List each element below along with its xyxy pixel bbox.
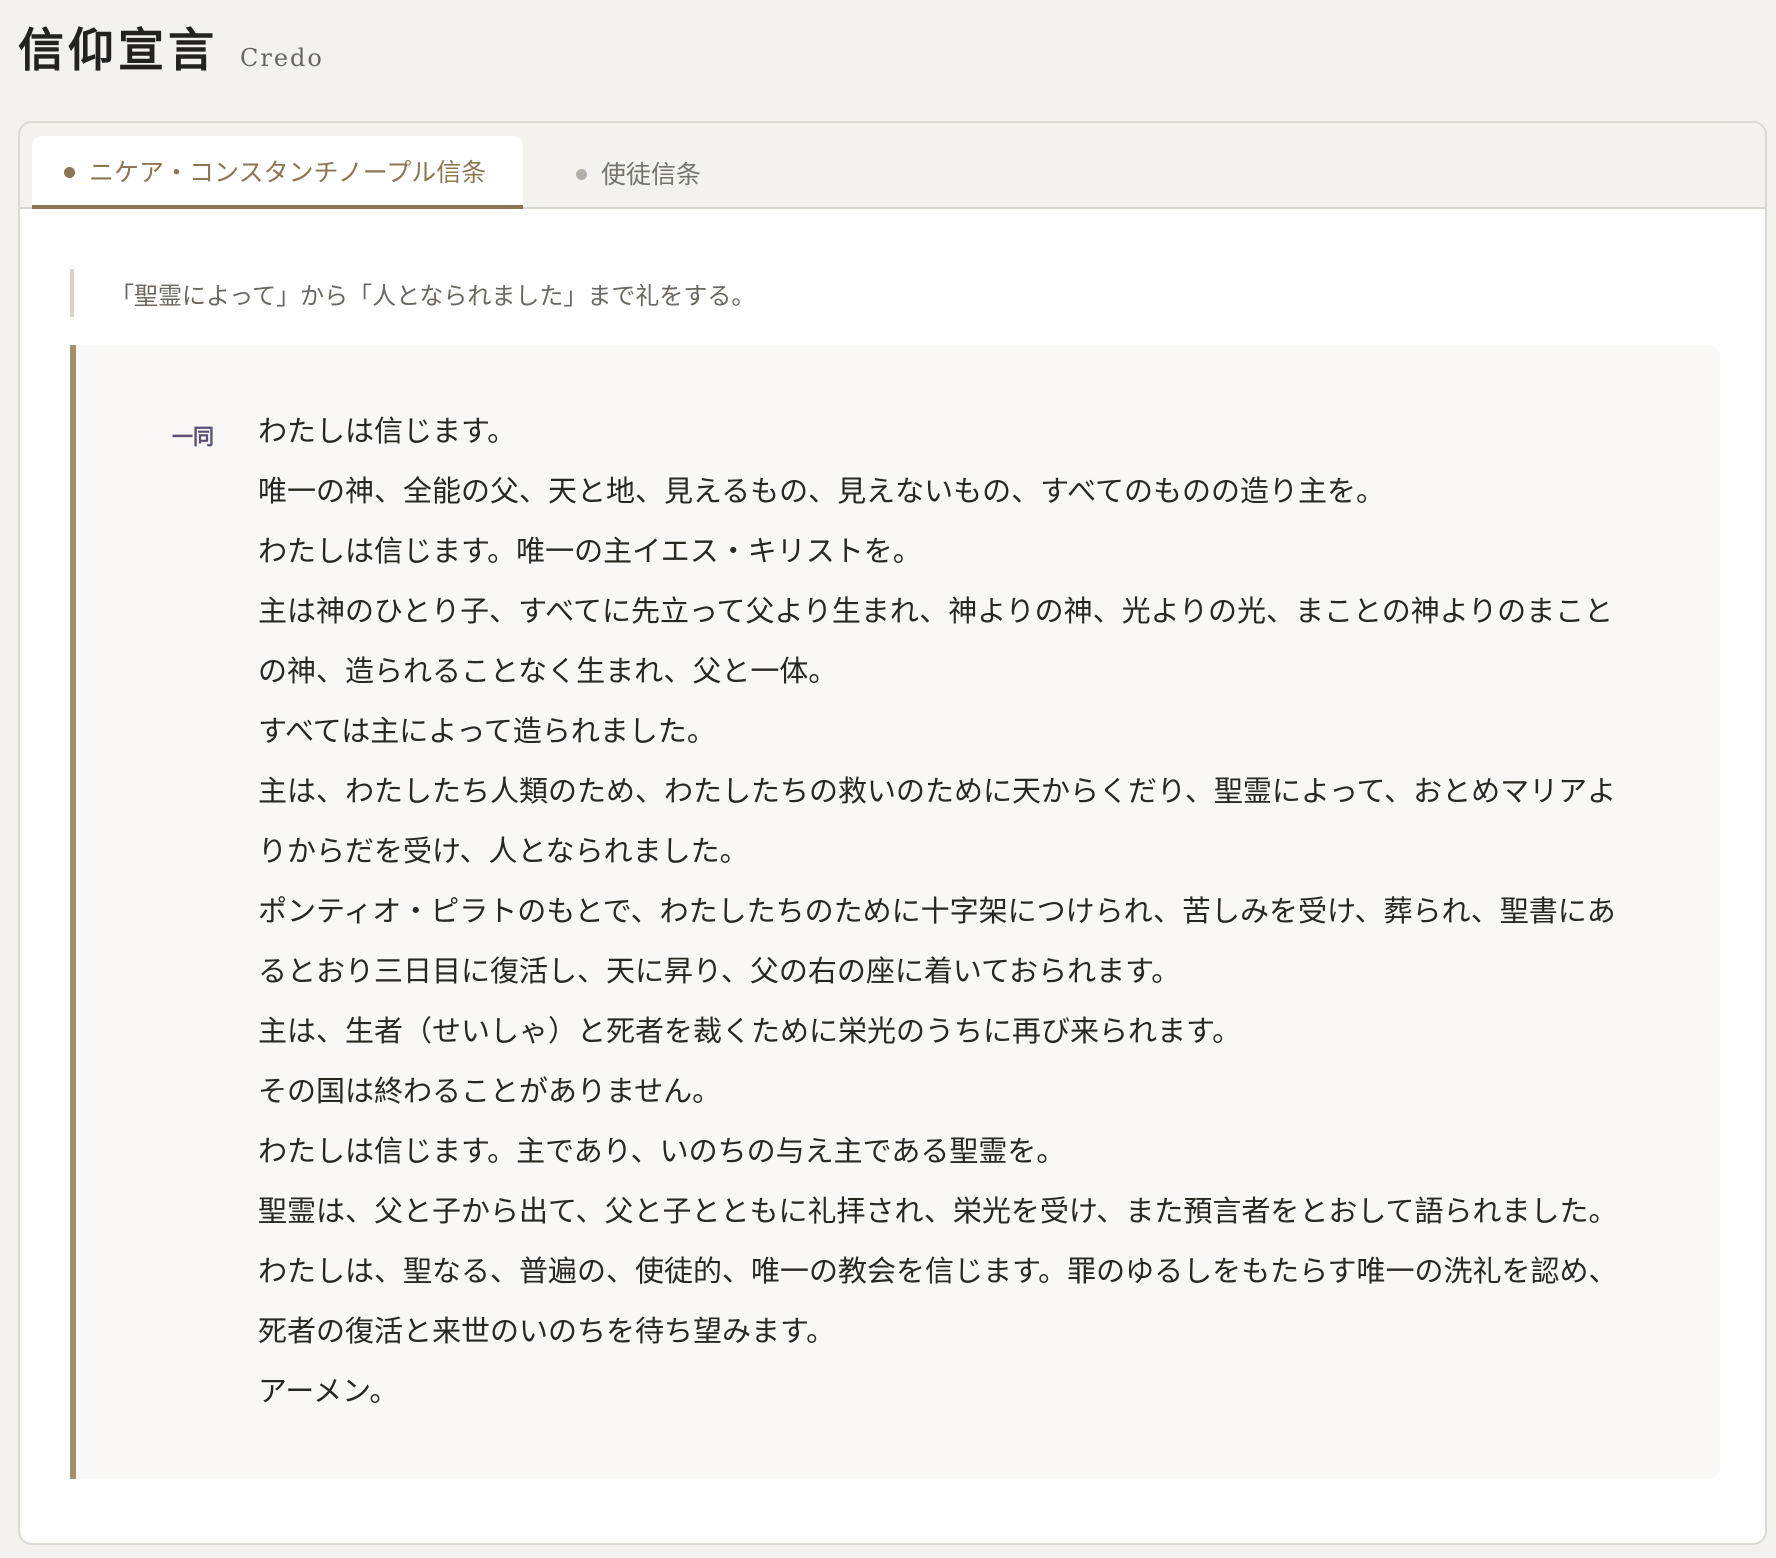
prayer-line: 聖霊は、父と子から出て、父と子とともに礼拝され、栄光を受け、また預言者をとおして… (258, 1194, 1618, 1228)
page-title: 信仰宣言 (18, 23, 218, 77)
prayer-line: わたしは信じます。 (258, 414, 517, 448)
prayer-line: るとおり三日目に復活し、天に昇り、父の右の座に着いておられます。 (258, 954, 1181, 988)
prayer-line: アーメン。 (258, 1374, 399, 1408)
tab-label: 使徒信条 (601, 159, 702, 189)
prayer-line: 死者の復活と来世のいのちを待ち望みます。 (258, 1314, 836, 1348)
prayer-line: 主は、わたしたち人類のため、わたしたちの救いのために天からくだり、聖霊によって、… (258, 774, 1617, 808)
prayer-line: 唯一の神、全能の父、天と地、見えるもの、見えないもの、すべてのものの造り主を。 (258, 474, 1385, 508)
rubric-note: 「聖霊によって」から「人となられました」まで礼をする。 (70, 269, 755, 317)
prayer-line: その国は終わることがありません。 (258, 1074, 722, 1108)
prayer-line: ポンティオ・ピラトのもとで、わたしたちのために十字架につけられ、苦しみを受け、葬… (258, 894, 1616, 928)
creed-card: ニケア・コンスタンチノープル信条 使徒信条 「聖霊によって」から「人となられまし… (18, 121, 1767, 1545)
page-header: 信仰宣言 Credo (18, 14, 324, 84)
tab-label: ニケア・コンスタンチノープル信条 (89, 157, 487, 187)
prayer-lines: わたしは信じます。 唯一の神、全能の父、天と地、見えるもの、見えないもの、すべて… (258, 401, 1678, 1421)
prayer-line: わたしは、聖なる、普遍の、使徒的、唯一の教会を信じます。罪のゆるしをもたらす唯一… (258, 1254, 1618, 1288)
prayer-line: わたしは信じます。主であり、いのちの与え主である聖霊を。 (258, 1134, 1066, 1168)
prayer-line: りからだを受け、人となられました。 (258, 834, 749, 868)
prayer-line: の神、造られることなく生まれ、父と一体。 (258, 654, 838, 688)
tab-nicene-creed[interactable]: ニケア・コンスタンチノープル信条 (32, 136, 523, 209)
prayer-line: 主は神のひとり子、すべてに先立って父より生まれ、神よりの神、光よりの光、まことの… (258, 594, 1614, 628)
speaker-label: 一同 (172, 425, 214, 449)
prayer-text-box: 一同 わたしは信じます。 唯一の神、全能の父、天と地、見えるもの、見えないもの、… (70, 345, 1720, 1479)
tab-apostles-creed[interactable]: 使徒信条 (556, 136, 701, 209)
prayer-line: わたしは信じます。唯一の主イエス・キリストを。 (258, 534, 922, 568)
prayer-line: すべては主によって造られました。 (258, 714, 716, 748)
prayer-line: 主は、生者（せいしゃ）と死者を裁くために栄光のうちに再び来られます。 (258, 1014, 1242, 1048)
tab-inactive-dot-icon (576, 169, 587, 180)
tab-active-dot-icon (64, 167, 75, 178)
page-subtitle: Credo (240, 44, 324, 72)
tab-bar: ニケア・コンスタンチノープル信条 使徒信条 (20, 123, 1765, 209)
